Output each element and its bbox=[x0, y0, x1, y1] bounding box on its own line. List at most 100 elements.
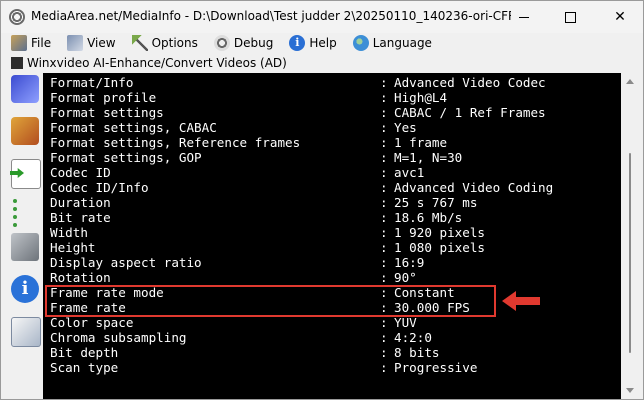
maximize-button[interactable] bbox=[547, 1, 593, 33]
frame-rate-highlight bbox=[45, 285, 496, 317]
menu-view-label: View bbox=[87, 36, 116, 50]
text-view-icon[interactable] bbox=[11, 317, 41, 347]
info-value: Progressive bbox=[394, 360, 478, 375]
info-value: 8 bits bbox=[394, 345, 440, 360]
info-separator: : bbox=[380, 105, 388, 120]
info-separator: : bbox=[380, 360, 388, 375]
dot bbox=[13, 223, 17, 227]
wrench-icon[interactable] bbox=[11, 233, 39, 261]
info-separator: : bbox=[380, 165, 388, 180]
info-value: 1 920 pixels bbox=[394, 225, 485, 240]
info-label: Color space bbox=[50, 315, 134, 330]
info-separator: : bbox=[380, 120, 388, 135]
menu-view[interactable]: View bbox=[67, 35, 116, 51]
app-icon bbox=[9, 9, 25, 25]
info-value: YUV bbox=[394, 315, 417, 330]
info-separator: : bbox=[380, 210, 388, 225]
info-label: Display aspect ratio bbox=[50, 255, 202, 270]
info-value: 90° bbox=[394, 270, 417, 285]
menu-help-label: Help bbox=[309, 36, 337, 50]
info-label: Format profile bbox=[50, 90, 157, 105]
info-icon[interactable]: i bbox=[11, 275, 39, 303]
info-label: Format settings, CABAC bbox=[50, 120, 217, 135]
menu-language-label: Language bbox=[372, 36, 432, 50]
info-separator: : bbox=[380, 150, 388, 165]
info-value: 25 s 767 ms bbox=[394, 195, 478, 210]
info-label: Height bbox=[50, 240, 96, 255]
info-value: 1 frame bbox=[394, 135, 448, 150]
info-value: High@L4 bbox=[394, 90, 448, 105]
info-separator: : bbox=[380, 315, 388, 330]
title-bar: MediaArea.net/MediaInfo - D:\Download\Te… bbox=[1, 1, 643, 33]
menu-debug-label: Debug bbox=[233, 36, 274, 50]
info-console: Format/Info: Advanced Video Codec Format p… bbox=[43, 73, 621, 399]
info-value: CABAC / 1 Ref Frames bbox=[394, 105, 546, 120]
menu-file-label: File bbox=[31, 36, 52, 50]
menu-file[interactable]: File bbox=[11, 35, 51, 51]
help-icon: i bbox=[289, 35, 306, 51]
info-label: Duration bbox=[50, 195, 111, 210]
info-value: Yes bbox=[394, 120, 417, 135]
addon-label: Winxvideo AI-Enhance/Convert Videos (AD) bbox=[27, 55, 287, 70]
window-title: MediaArea.net/MediaInfo - D:\Download\Te… bbox=[31, 9, 511, 23]
info-label: Format/Info bbox=[50, 75, 134, 90]
info-label: Width bbox=[50, 225, 88, 240]
menu-help[interactable]: i Help bbox=[289, 35, 337, 51]
maximize-icon bbox=[564, 11, 576, 23]
vertical-scrollbar[interactable] bbox=[621, 73, 641, 399]
close-button[interactable]: ✕ bbox=[597, 1, 643, 33]
debug-icon bbox=[213, 35, 230, 51]
info-label: Chroma subsampling bbox=[50, 330, 187, 345]
addon-icon bbox=[11, 56, 23, 69]
arrow-icon bbox=[502, 291, 540, 311]
info-label: Format settings bbox=[50, 105, 164, 120]
scroll-thumb[interactable] bbox=[629, 153, 631, 353]
info-separator: : bbox=[380, 135, 388, 150]
info-value: M=1, N=30 bbox=[394, 150, 463, 165]
scroll-up-icon[interactable] bbox=[626, 79, 634, 84]
info-label: Format settings, Reference frames bbox=[50, 135, 301, 150]
menu-options-label: Options bbox=[151, 36, 198, 50]
info-value: 16:9 bbox=[394, 255, 425, 270]
menu-bar: File View Options Debug i Help Language bbox=[1, 33, 643, 53]
info-value: 4:2:0 bbox=[394, 330, 432, 345]
info-separator: : bbox=[380, 75, 388, 90]
info-separator: : bbox=[380, 195, 388, 210]
info-separator: : bbox=[380, 180, 388, 195]
menu-language[interactable]: Language bbox=[352, 35, 432, 51]
minimize-button[interactable] bbox=[501, 1, 547, 33]
export-icon[interactable] bbox=[11, 159, 41, 189]
info-value: 1 080 pixels bbox=[394, 240, 485, 255]
options-icon bbox=[131, 35, 148, 51]
info-label: Format settings, GOP bbox=[50, 150, 202, 165]
scroll-down-icon[interactable] bbox=[626, 388, 634, 393]
file-icon bbox=[11, 35, 27, 51]
tree-view-icon[interactable] bbox=[11, 197, 39, 227]
close-icon: ✕ bbox=[614, 9, 626, 25]
info-value: 18.6 Mb/s bbox=[394, 210, 463, 225]
info-value: Advanced Video Coding bbox=[394, 180, 554, 195]
info-separator: : bbox=[380, 270, 388, 285]
addon-menu-row[interactable]: Winxvideo AI-Enhance/Convert Videos (AD) bbox=[1, 54, 643, 71]
info-separator: : bbox=[380, 225, 388, 240]
info-separator: : bbox=[380, 240, 388, 255]
basic-view-icon[interactable] bbox=[11, 75, 39, 103]
dot bbox=[13, 199, 17, 203]
minimize-icon bbox=[519, 16, 529, 18]
info-separator: : bbox=[380, 255, 388, 270]
info-separator: : bbox=[380, 345, 388, 360]
dot bbox=[13, 215, 17, 219]
info-label: Bit depth bbox=[50, 345, 119, 360]
view-icon bbox=[67, 35, 84, 51]
info-label: Rotation bbox=[50, 270, 111, 285]
info-label: Scan type bbox=[50, 360, 119, 375]
menu-options[interactable]: Options bbox=[131, 35, 198, 51]
view-sidebar: i bbox=[3, 73, 43, 399]
info-label: Bit rate bbox=[50, 210, 111, 225]
menu-debug[interactable]: Debug bbox=[213, 35, 274, 51]
info-value: avc1 bbox=[394, 165, 425, 180]
info-value: Advanced Video Codec bbox=[394, 75, 546, 90]
info-separator: : bbox=[380, 330, 388, 345]
language-icon bbox=[352, 35, 369, 51]
sheet-view-icon[interactable] bbox=[11, 117, 39, 145]
